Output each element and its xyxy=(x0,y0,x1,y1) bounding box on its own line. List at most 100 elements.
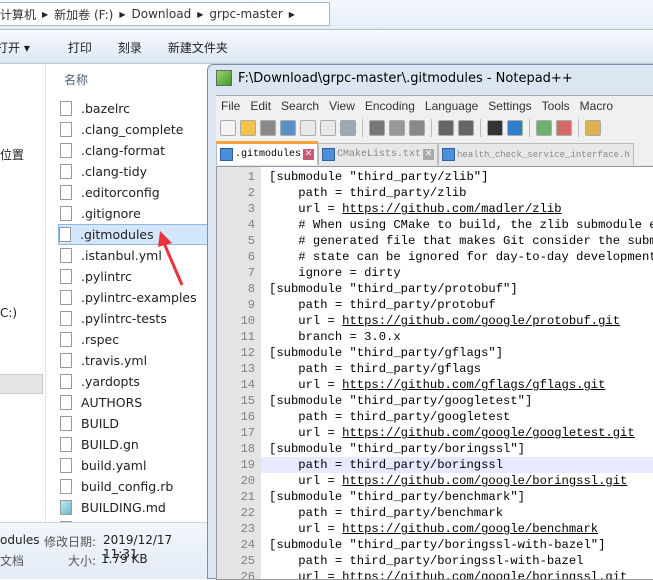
breadcrumb-item[interactable]: 计算机 xyxy=(0,6,36,23)
file-item[interactable]: build_config.rb xyxy=(60,476,206,497)
file-item[interactable]: .pylintrc-examples xyxy=(60,287,206,308)
code-line: url = https://github.com/gflags/gflags.g… xyxy=(269,378,606,392)
breadcrumb-arrow-icon[interactable]: ▶ xyxy=(197,10,203,19)
menu-macro[interactable]: Macro xyxy=(580,99,613,113)
zoom-out-icon[interactable] xyxy=(556,119,572,136)
breadcrumb-item[interactable]: Download xyxy=(132,7,192,21)
file-item[interactable]: AUTHORS xyxy=(60,392,206,413)
redo-icon[interactable] xyxy=(458,119,474,136)
breadcrumb-arrow-icon[interactable]: ▶ xyxy=(42,10,48,19)
sync-scroll-icon[interactable] xyxy=(585,119,601,136)
file-item[interactable]: BUILDING.md xyxy=(60,497,206,518)
file-name: .yardopts xyxy=(81,374,140,389)
cut-icon[interactable] xyxy=(369,119,385,136)
close-all-icon[interactable] xyxy=(320,119,336,136)
close-icon[interactable] xyxy=(300,119,316,136)
file-item[interactable]: .clang-format xyxy=(60,140,206,161)
file-icon xyxy=(60,122,72,137)
file-item[interactable]: .editorconfig xyxy=(60,182,206,203)
nav-scrollbar-thumb[interactable] xyxy=(0,374,43,394)
file-item[interactable]: .pylintrc-tests xyxy=(60,308,206,329)
close-tab-icon[interactable]: ✕ xyxy=(303,149,315,160)
file-icon xyxy=(60,143,72,158)
breadcrumb[interactable]: 计算机 ▶ 新加卷 (F:) ▶ Download ▶ grpc-master ▶ xyxy=(0,2,330,26)
url-link[interactable]: https://github.com/google/boringssl.git xyxy=(342,474,627,488)
address-bar[interactable]: 计算机 ▶ 新加卷 (F:) ▶ Download ▶ grpc-master ▶ xyxy=(0,0,653,30)
menu-file[interactable]: File xyxy=(221,99,240,113)
file-item[interactable]: .travis.yml xyxy=(60,350,206,371)
line-number: 19 xyxy=(240,458,255,472)
breadcrumb-item[interactable]: 新加卷 (F:) xyxy=(54,6,113,23)
tab-gitmodules[interactable]: .gitmodules ✕ xyxy=(216,141,319,165)
explorer-toolbar: 打开 ▾ 打印 刻录 新建文件夹 xyxy=(0,31,653,64)
menu-language[interactable]: Language xyxy=(425,99,478,113)
file-icon xyxy=(60,353,72,368)
file-name: .bazelrc xyxy=(81,101,131,116)
file-name: .pylintrc xyxy=(81,269,132,284)
modified-label: 修改日期: xyxy=(44,535,97,549)
save-all-icon[interactable] xyxy=(280,119,296,136)
breadcrumb-arrow-icon[interactable]: ▶ xyxy=(289,10,295,19)
file-icon xyxy=(60,437,72,452)
undo-icon[interactable] xyxy=(438,119,454,136)
new-folder-button[interactable]: 新建文件夹 xyxy=(168,39,228,56)
code-line: ignore = dirty xyxy=(269,266,401,280)
paste-icon[interactable] xyxy=(409,119,425,136)
code-line: branch = 3.0.x xyxy=(269,330,401,344)
burn-button[interactable]: 刻录 xyxy=(118,39,142,56)
file-list: 名称 .bazelrc .clang_complete .clang-format.… xyxy=(46,64,210,536)
column-header-name[interactable]: 名称 xyxy=(64,71,88,88)
replace-icon[interactable] xyxy=(507,119,523,136)
menu-tools[interactable]: Tools xyxy=(542,99,570,113)
file-item[interactable]: .clang_complete xyxy=(60,119,206,140)
zoom-in-icon[interactable] xyxy=(536,119,552,136)
file-item[interactable]: BUILD.gn xyxy=(60,434,206,455)
url-link[interactable]: https://github.com/google/benchmark xyxy=(342,522,598,536)
menu-encoding[interactable]: Encoding xyxy=(365,99,415,113)
file-item[interactable]: .gitignore xyxy=(60,203,206,224)
tab-cmakelists-txt[interactable]: CMakeLists.txt ✕ xyxy=(318,143,439,165)
nav-item[interactable]: C:) xyxy=(0,306,17,320)
line-number: 8 xyxy=(247,282,255,296)
menu-edit[interactable]: Edit xyxy=(250,99,271,113)
file-name: build.yaml xyxy=(81,458,147,473)
notepad-app-icon xyxy=(216,70,232,86)
file-name: .gitignore xyxy=(81,206,141,221)
print-button[interactable]: 打印 xyxy=(68,39,92,56)
file-item[interactable]: .yardopts xyxy=(60,371,206,392)
file-name: .rspec xyxy=(81,332,120,347)
breadcrumb-arrow-icon[interactable]: ▶ xyxy=(119,10,125,19)
url-link[interactable]: https://github.com/google/googletest.git xyxy=(342,426,635,440)
open-button[interactable]: 打开 ▾ xyxy=(0,39,30,56)
file-item[interactable]: .rspec xyxy=(60,329,206,350)
tab-health-check-service-interface-h[interactable]: health_check_service_interface.h xyxy=(438,143,634,165)
code-line: [submodule "third_party/protobuf"] xyxy=(269,282,518,296)
toolbar-separator xyxy=(431,118,432,137)
find-icon[interactable] xyxy=(487,119,503,136)
nav-item[interactable]: 位置 xyxy=(0,146,24,163)
print-icon[interactable] xyxy=(340,119,356,136)
file-item[interactable]: build.yaml xyxy=(60,455,206,476)
open-file-icon[interactable] xyxy=(240,119,256,136)
code-line: [submodule "third_party/boringssl"] xyxy=(269,442,525,456)
save-icon[interactable] xyxy=(260,119,276,136)
file-item[interactable]: .clang-tidy xyxy=(60,161,206,182)
file-icon xyxy=(60,311,72,326)
url-link[interactable]: https://github.com/madler/zlib xyxy=(342,202,561,216)
menu-settings[interactable]: Settings xyxy=(488,99,531,113)
editor[interactable]: 1 2 3 4 5 6 7 8 9 10 11 12 13 14 15 16 17 18 19 20 21 22 23 24 2… xyxy=(216,166,653,580)
file-name: .clang_complete xyxy=(81,122,184,137)
url-link[interactable]: https://github.com/google/protobuf.git xyxy=(342,314,620,328)
file-item[interactable]: .bazelrc xyxy=(60,98,206,119)
copy-icon[interactable] xyxy=(389,119,405,136)
window-title: F:\Download\grpc-master\.gitmodules - No… xyxy=(216,70,573,86)
file-item[interactable]: BUILD xyxy=(60,413,206,434)
code-line: url = https://github.com/google/boringss… xyxy=(269,569,653,579)
new-file-icon[interactable] xyxy=(220,119,236,136)
menu-search[interactable]: Search xyxy=(281,99,319,113)
url-link[interactable]: https://github.com/gflags/gflags.git xyxy=(342,378,605,392)
breadcrumb-item[interactable]: grpc-master xyxy=(209,7,282,21)
menu-view[interactable]: View xyxy=(329,99,355,113)
code-line: [submodule "third_party/gflags"] xyxy=(269,346,504,360)
close-tab-icon[interactable]: ✕ xyxy=(423,149,435,160)
